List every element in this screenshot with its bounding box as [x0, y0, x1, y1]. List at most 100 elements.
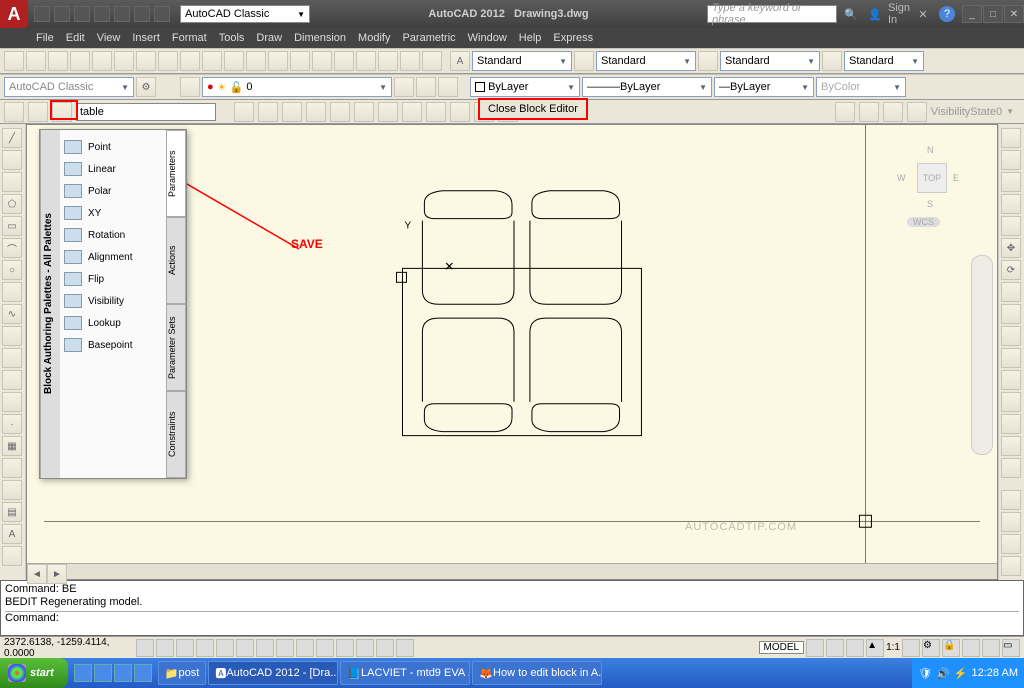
task-autocad[interactable]: 🅰 AutoCAD 2012 - [Dra... — [208, 661, 338, 685]
dim-arc-icon[interactable] — [1001, 534, 1021, 554]
break-icon[interactable] — [1001, 370, 1021, 390]
layer-prev-icon[interactable] — [394, 77, 414, 97]
search-icon[interactable]: 🔍 — [843, 6, 859, 22]
extend-icon[interactable] — [1001, 348, 1021, 368]
command-prompt[interactable]: Command: — [5, 612, 59, 624]
be-btn3[interactable] — [282, 102, 302, 122]
workspace-selector-top[interactable]: AutoCAD Classic▼ — [180, 5, 310, 23]
menu-edit[interactable]: Edit — [66, 32, 85, 44]
match-icon[interactable] — [202, 51, 222, 71]
tray-icon3[interactable]: ⚡ — [954, 667, 968, 680]
clock[interactable]: 12:28 AM — [972, 667, 1018, 679]
ellipsearc-icon[interactable] — [2, 348, 22, 368]
menu-express[interactable]: Express — [553, 32, 593, 44]
move-icon[interactable]: ✥ — [1001, 238, 1021, 258]
layer-dropdown[interactable]: ● ☀ 🔓 0▼ — [202, 77, 392, 97]
color-dropdown[interactable]: ByLayer▼ — [470, 77, 580, 97]
be-btn4[interactable] — [306, 102, 326, 122]
be-btn7[interactable] — [378, 102, 398, 122]
stretch-icon[interactable] — [1001, 304, 1021, 324]
qp-toggle[interactable] — [356, 639, 374, 657]
qat-print-icon[interactable] — [114, 6, 130, 22]
vis-icon1[interactable] — [835, 102, 855, 122]
navigation-bar[interactable] — [971, 255, 993, 455]
block-name-input[interactable] — [76, 103, 216, 121]
ssm-icon[interactable] — [378, 51, 398, 71]
ducs-toggle[interactable] — [276, 639, 294, 657]
qat-undo-icon[interactable] — [134, 6, 150, 22]
lwt-toggle[interactable] — [316, 639, 334, 657]
block-authoring-palette[interactable]: ✕ ⊟ Block Authoring Palettes - All Palet… — [39, 129, 187, 479]
signin-icon[interactable]: 👤 — [867, 6, 883, 22]
task-firefox[interactable]: 🦊 How to edit block in A... — [472, 661, 602, 685]
qat-saveas-icon[interactable] — [94, 6, 110, 22]
insert-icon[interactable] — [2, 370, 22, 390]
chamfer-icon[interactable] — [1001, 414, 1021, 434]
gradient-icon[interactable] — [2, 458, 22, 478]
block-icon[interactable] — [2, 392, 22, 412]
publish-icon[interactable] — [114, 51, 134, 71]
ws-gear-icon[interactable]: ⚙ — [136, 77, 156, 97]
drawing-canvas[interactable]: Y ✕ — [26, 124, 998, 580]
bedit-edit-icon[interactable] — [4, 102, 24, 122]
qat-open-icon[interactable] — [54, 6, 70, 22]
vis-icon2[interactable] — [859, 102, 879, 122]
redo-icon[interactable] — [246, 51, 266, 71]
addsel-icon[interactable] — [2, 546, 22, 566]
scroll-right-icon[interactable]: ► — [47, 564, 67, 584]
qat-redo-icon[interactable] — [154, 6, 170, 22]
menu-parametric[interactable]: Parametric — [402, 32, 455, 44]
be-btn6[interactable] — [354, 102, 374, 122]
array-icon[interactable] — [1001, 216, 1021, 236]
viewcube[interactable]: N S W E TOP WCS — [897, 143, 967, 223]
be-btn9[interactable] — [426, 102, 446, 122]
layer-state-icon[interactable] — [416, 77, 436, 97]
layer-props-icon[interactable] — [180, 77, 200, 97]
pline-icon[interactable] — [2, 172, 22, 192]
tpalette-icon[interactable] — [356, 51, 376, 71]
copy-obj-icon[interactable] — [1001, 150, 1021, 170]
tab-parameters[interactable]: Parameters — [166, 130, 186, 217]
open-icon[interactable] — [26, 51, 46, 71]
menu-insert[interactable]: Insert — [132, 32, 160, 44]
cline-icon[interactable] — [2, 150, 22, 170]
ortho-toggle[interactable] — [176, 639, 194, 657]
calc-icon[interactable] — [422, 51, 442, 71]
modelspace-icon[interactable] — [806, 639, 824, 657]
lineweight-dropdown[interactable]: — ByLayer▼ — [714, 77, 814, 97]
dimstyle-dropdown[interactable]: Standard▼ — [596, 51, 696, 71]
polar-toggle[interactable] — [196, 639, 214, 657]
palette-item-alignment[interactable]: Alignment — [62, 246, 164, 268]
tab-parameter-sets[interactable]: Parameter Sets — [166, 304, 186, 391]
task-lacviet[interactable]: 📘 LACVIET - mtd9 EVA ... — [340, 661, 470, 685]
vis-icon4[interactable] — [907, 102, 927, 122]
menu-tools[interactable]: Tools — [219, 32, 245, 44]
close-block-editor-button[interactable]: Close Block Editor — [478, 98, 588, 120]
dyn-toggle[interactable] — [296, 639, 314, 657]
annoscale-icon[interactable]: ▲ — [866, 639, 884, 657]
sc-toggle[interactable] — [376, 639, 394, 657]
dcenter-icon[interactable] — [334, 51, 354, 71]
viewcube-top[interactable]: TOP — [917, 163, 947, 193]
tab-constraints[interactable]: Constraints — [166, 391, 186, 478]
textstyle-dropdown[interactable]: Standard▼ — [472, 51, 572, 71]
tablestyle-icon[interactable] — [698, 51, 718, 71]
rotate-icon[interactable]: ⟳ — [1001, 260, 1021, 280]
annovis-icon[interactable] — [902, 639, 920, 657]
paste-icon[interactable] — [180, 51, 200, 71]
vis-icon3[interactable] — [883, 102, 903, 122]
save-icon[interactable] — [48, 51, 68, 71]
ellipse-icon[interactable] — [2, 326, 22, 346]
ql-firefox-icon[interactable] — [114, 664, 132, 682]
exchange-icon[interactable]: ✕ — [915, 6, 931, 22]
palette-item-point[interactable]: Point — [62, 136, 164, 158]
arc-icon[interactable]: ⌒ — [2, 238, 22, 258]
linetype-dropdown[interactable]: ——— ByLayer▼ — [582, 77, 712, 97]
tablestyle-dropdown[interactable]: Standard▼ — [720, 51, 820, 71]
quickview-icon[interactable] — [826, 639, 844, 657]
menu-dimension[interactable]: Dimension — [294, 32, 346, 44]
signin-label[interactable]: Sign In — [891, 6, 907, 22]
command-window[interactable]: Command: BE BEDIT Regenerating model. Co… — [0, 580, 1024, 636]
qat-save-icon[interactable] — [74, 6, 90, 22]
maximize-button[interactable]: □ — [983, 5, 1003, 23]
